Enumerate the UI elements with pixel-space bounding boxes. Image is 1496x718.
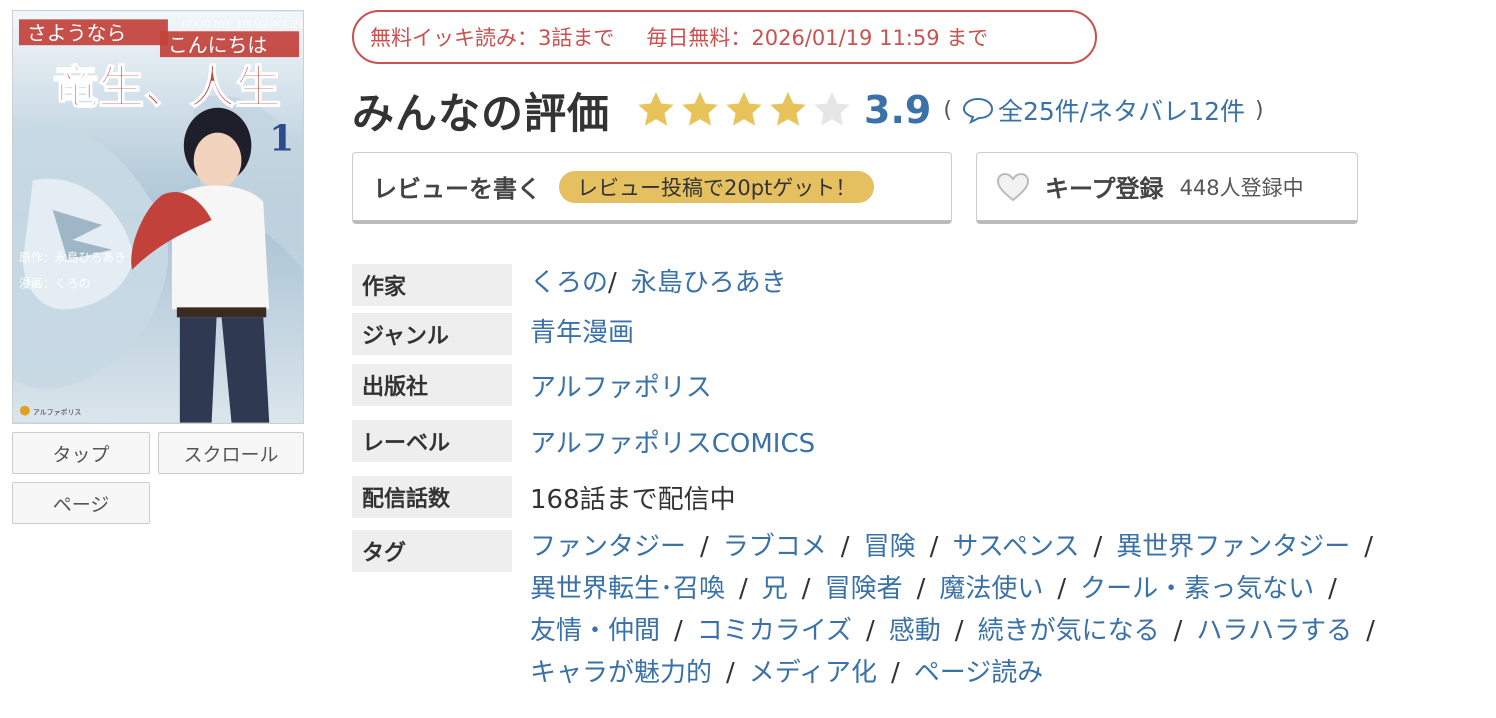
- tag-link[interactable]: メディア化: [749, 658, 877, 688]
- tag-link[interactable]: キャラが魅力的: [530, 658, 712, 688]
- tag-link[interactable]: 感動: [889, 616, 941, 646]
- author-label: 作家: [352, 264, 512, 306]
- write-review-label: レビューを書く: [373, 175, 541, 203]
- tag-link[interactable]: ページ読み: [914, 658, 1043, 688]
- open-paren: (: [943, 97, 952, 123]
- tag-link[interactable]: 友情・仲間: [530, 616, 660, 646]
- tag-link[interactable]: ファンタジー: [530, 532, 686, 562]
- tag-line: ファンタジー / ラブコメ / 冒険 / サスペンス / 異世界ファンタジー /: [530, 526, 1460, 568]
- comment-bubble-icon: [962, 97, 993, 124]
- tag-separator: /: [674, 616, 683, 646]
- free-reading-banner: 無料イッキ読み：3話まで 毎日無料：2026/01/19 11:59 まで: [352, 10, 1097, 64]
- tag-link[interactable]: コミカライズ: [697, 616, 852, 646]
- tag-separator: /: [866, 616, 875, 646]
- tag-line: 異世界転生･召喚 / 兄 / 冒険者 / 魔法使い / クール・素っ気ない /: [530, 568, 1460, 610]
- rating-row: みんなの評価 3.9 ( 全25件/ネタバレ12件 ): [352, 80, 1264, 140]
- tag-separator: /: [916, 574, 926, 604]
- cover-credit-art: 漫画：くろの: [19, 277, 90, 291]
- publisher-label: 出版社: [352, 364, 512, 406]
- rating-stars: [634, 88, 854, 132]
- tag-separator: /: [1057, 574, 1067, 604]
- tag-link[interactable]: 異世界転生･召喚: [530, 574, 725, 604]
- tag-link[interactable]: 冒険者: [825, 574, 903, 604]
- tag-separator: /: [1093, 532, 1103, 562]
- binge-free-text: 無料イッキ読み：3話まで: [370, 26, 615, 50]
- star-filled-icon: [682, 92, 718, 126]
- tag-line: キャラが魅力的 / メディア化 / ページ読み: [530, 652, 1460, 694]
- review-count-link[interactable]: 全25件/ネタバレ12件: [998, 92, 1245, 128]
- tags-label: タグ: [352, 530, 512, 572]
- tag-link[interactable]: ラブコメ: [723, 532, 827, 562]
- rating-title: みんなの評価: [352, 88, 611, 138]
- cover-title-main: 竜生、人生: [53, 60, 281, 114]
- genre-link[interactable]: 青年漫画: [530, 312, 634, 349]
- heart-icon: [996, 172, 1030, 201]
- cover-title-small-left: さようなら: [27, 22, 126, 45]
- tag-separator: /: [726, 658, 735, 688]
- review-points-badge: レビュー投稿で20ptゲット！: [559, 170, 875, 203]
- tag-link[interactable]: 続きが気になる: [978, 616, 1160, 646]
- tag-separator: /: [840, 532, 850, 562]
- star-filled-icon: [770, 92, 806, 126]
- keep-button[interactable]: キープ登録 448人登録中: [976, 152, 1358, 224]
- star-filled-icon: [638, 92, 674, 126]
- cover-artwork: さようなら こんにちは GOOD BYE, DRAGON LIFE 竜生、人生 …: [13, 11, 303, 423]
- tag-link[interactable]: クール・素っ気ない: [1080, 574, 1314, 604]
- publisher-link[interactable]: アルファポリス: [530, 367, 712, 404]
- cover-credit-original: 原作：永島ひろあき: [19, 251, 126, 265]
- author-link-1[interactable]: くろの: [530, 268, 608, 298]
- genre-label: ジャンル: [352, 313, 512, 355]
- book-cover[interactable]: さようなら こんにちは GOOD BYE, DRAGON LIFE 竜生、人生 …: [12, 10, 304, 424]
- review-count[interactable]: ( 全25件/ネタバレ12件 ): [943, 92, 1263, 128]
- write-review-button[interactable]: レビューを書く レビュー投稿で20ptゲット！: [352, 152, 952, 224]
- author-separator: /: [608, 268, 617, 298]
- star-empty-icon: [814, 92, 850, 126]
- episodes-value: 168話まで配信中: [530, 485, 736, 515]
- cover-publisher-mark: アルファポリス: [33, 409, 82, 417]
- tag-link[interactable]: 兄: [762, 574, 788, 604]
- view-mode-scroll-button[interactable]: スクロール: [158, 432, 304, 474]
- view-mode-page-button[interactable]: ページ: [12, 482, 150, 524]
- imprint-label: レーベル: [352, 420, 512, 462]
- cover-volume: 1: [269, 117, 294, 159]
- daily-free-text: 毎日無料：2026/01/19 11:59 まで: [646, 26, 989, 50]
- tag-separator: /: [1328, 574, 1337, 604]
- tag-link[interactable]: ハラハラする: [1196, 616, 1352, 646]
- imprint-link[interactable]: アルファポリスCOMICS: [530, 423, 815, 460]
- tag-line: 友情・仲間 / コミカライズ / 感動 / 続きが気になる / ハラハラする /: [530, 610, 1460, 652]
- episodes-label: 配信話数: [352, 476, 512, 518]
- cover-title-en: GOOD BYE, DRAGON LIFE: [182, 20, 303, 30]
- tag-separator: /: [739, 574, 748, 604]
- view-mode-tap-button[interactable]: タップ: [12, 432, 150, 474]
- cover-title-small-right: こんにちは: [168, 34, 267, 57]
- close-paren: ): [1254, 97, 1264, 123]
- keep-label: キープ登録: [1045, 175, 1164, 203]
- tag-separator: /: [1366, 616, 1375, 646]
- tag-separator: /: [700, 532, 709, 562]
- tag-link[interactable]: サスペンス: [952, 532, 1079, 562]
- tag-separator: /: [929, 532, 939, 562]
- tag-separator: /: [954, 616, 964, 646]
- tag-link[interactable]: 魔法使い: [939, 574, 1043, 604]
- tag-separator: /: [1173, 616, 1183, 646]
- tag-link[interactable]: 異世界ファンタジー: [1116, 532, 1350, 562]
- author-value: くろの/ 永島ひろあき: [530, 262, 787, 299]
- tag-separator: /: [801, 574, 811, 604]
- star-filled-icon: [726, 92, 762, 126]
- keep-count: 448人登録中: [1179, 175, 1304, 200]
- rating-score: 3.9: [864, 88, 932, 132]
- tag-separator: /: [1364, 532, 1374, 562]
- tag-separator: /: [890, 658, 900, 688]
- tag-list: ファンタジー / ラブコメ / 冒険 / サスペンス / 異世界ファンタジー / 異世界転生･召喚 /…: [530, 526, 1460, 694]
- author-link-2[interactable]: 永島ひろあき: [631, 268, 787, 298]
- tag-link[interactable]: 冒険: [864, 532, 916, 562]
